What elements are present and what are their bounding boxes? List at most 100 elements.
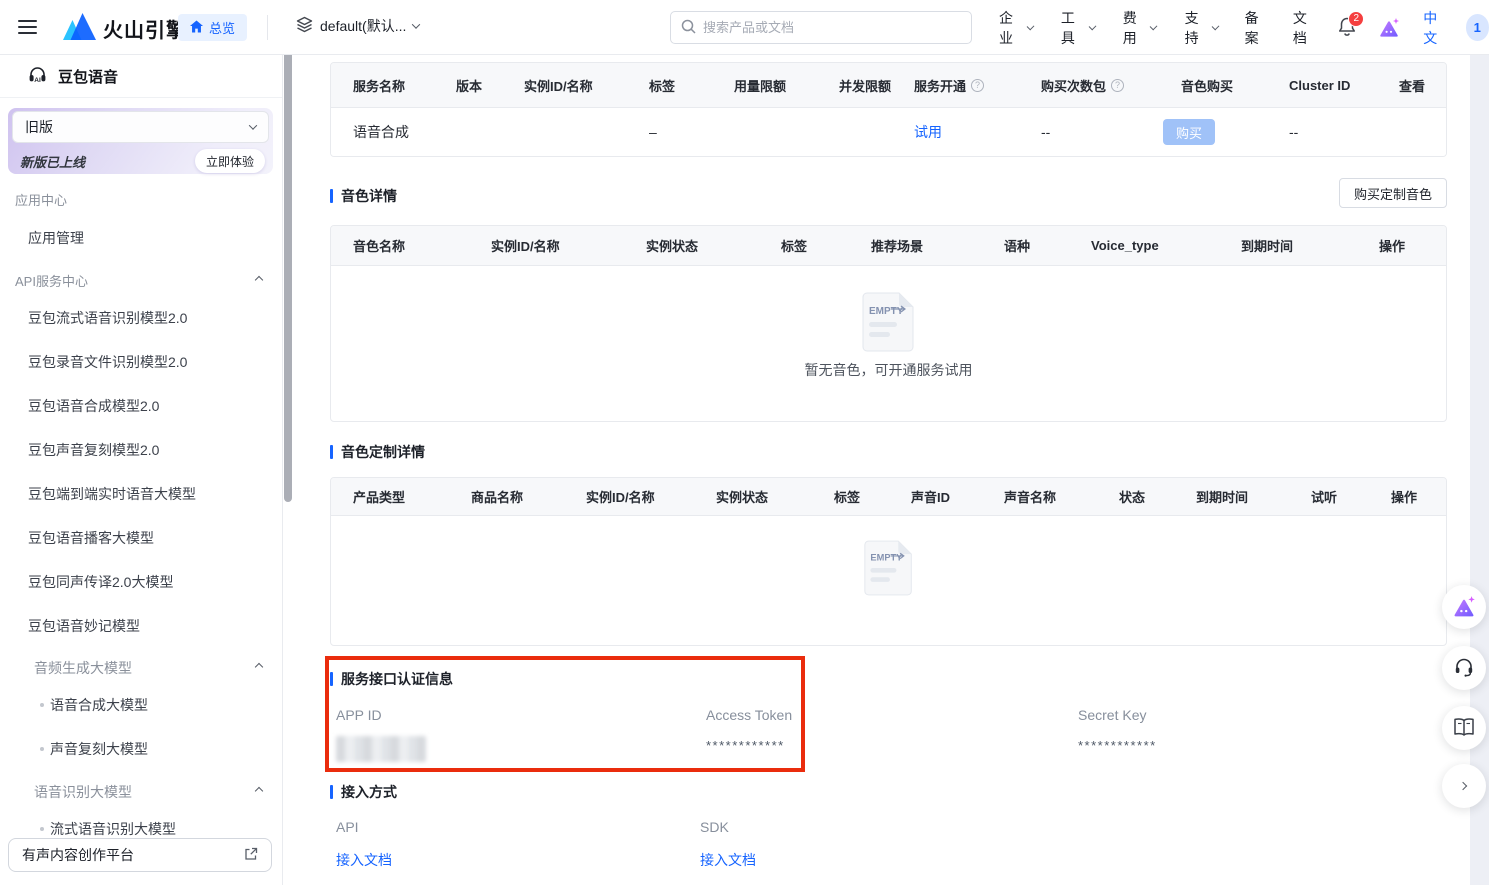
title-bar [330, 189, 333, 203]
voice-table-header: 音色名称 实例ID/名称 实例状态 标签 推荐场景 语种 Voice_type … [331, 226, 1446, 266]
try-now-button[interactable]: 立即体验 [195, 149, 265, 173]
volcengine-logo[interactable]: 火山引擎 [62, 13, 187, 43]
chevron-down-icon [1212, 22, 1220, 30]
chevron-down-icon [249, 121, 257, 129]
sidebar-item-model[interactable]: 豆包语音合成模型2.0 [28, 396, 159, 416]
col-header: Voice_type [1069, 238, 1219, 253]
scrollbar-track[interactable] [1470, 55, 1489, 885]
global-search[interactable] [670, 11, 972, 44]
support-button[interactable] [1442, 646, 1486, 690]
col-header: 推荐场景 [849, 236, 982, 255]
voice-detail-title: 音色详情 [330, 186, 397, 206]
page-title: 豆包语音 [58, 66, 118, 87]
headset-ai-icon: AI [27, 64, 48, 88]
app-id-label: APP ID [336, 707, 382, 723]
link-beian[interactable]: 备案 [1233, 8, 1281, 48]
chevron-up-icon [255, 787, 263, 795]
menu-support[interactable]: 支持 [1171, 8, 1233, 48]
access-token-value: ************ [706, 738, 785, 753]
service-table-header: 服务名称 版本 实例ID/名称 标签 用量限额 并发限额 服务开通? 购买次数包… [331, 63, 1446, 108]
audio-creation-platform-card[interactable]: 有声内容创作平台 [8, 838, 272, 872]
sidebar-item-model[interactable]: 豆包语音妙记模型 [28, 616, 140, 636]
sidebar-item-model[interactable]: 豆包录音文件识别模型2.0 [28, 352, 187, 372]
empty-state: EMPTY [331, 516, 1446, 596]
col-header: 音色购买 [1159, 76, 1267, 95]
chevron-down-icon [1150, 22, 1158, 30]
chevron-up-icon [255, 276, 263, 284]
sidebar-group-asr[interactable]: 语音识别大模型 [34, 782, 282, 802]
custom-voice-title: 音色定制详情 [330, 442, 425, 462]
cluster-id-value: -- [1267, 124, 1377, 140]
project-switcher[interactable]: default(默认... [296, 16, 419, 36]
language-switch[interactable]: 中文 [1423, 8, 1447, 48]
col-header: 服务开通? [892, 63, 1019, 107]
overview-button[interactable]: 总览 [178, 14, 247, 41]
menu-billing[interactable]: 费用 [1109, 8, 1171, 48]
chevron-up-icon [255, 663, 263, 671]
divider [267, 15, 268, 40]
docs-button[interactable] [1442, 706, 1486, 750]
empty-doc-icon: EMPTY [861, 292, 917, 352]
sidebar-item-model[interactable]: 豆包同声传译2.0大模型 [28, 572, 173, 592]
menu-enterprise[interactable]: 企业 [985, 8, 1047, 48]
sidebar-item-model[interactable]: 豆包端到端实时语音大模型 [28, 484, 196, 504]
trial-link[interactable]: 试用 [914, 122, 942, 142]
support-headset-icon [1453, 656, 1475, 681]
col-header: 状态 [1097, 487, 1174, 506]
notifications-button[interactable]: 2 [1337, 16, 1357, 40]
col-header: Cluster ID [1267, 78, 1377, 93]
sidebar-item-model[interactable]: 豆包语音播客大模型 [28, 528, 154, 548]
avatar[interactable]: 1 [1466, 14, 1489, 41]
col-header: 操作 [1357, 236, 1447, 255]
col-header: 实例状态 [694, 487, 812, 506]
svg-text:AI: AI [34, 77, 41, 84]
section-api-center[interactable]: API服务中心 [15, 271, 282, 290]
menu-tools[interactable]: 工具 [1047, 8, 1109, 48]
version-select[interactable]: 旧版 [12, 111, 269, 143]
top-navbar: 火山引擎 总览 default(默认... 企业 工具 费用 支持 [0, 0, 1489, 55]
version-banner: 旧版 新版已上线 立即体验 [8, 108, 273, 174]
sidebar-header: AI 豆包语音 [0, 55, 282, 98]
col-header: 声音名称 [982, 487, 1097, 506]
sidebar-group-audio-gen[interactable]: 音频生成大模型 [34, 658, 282, 678]
help-icon[interactable]: ? [971, 79, 984, 92]
sidebar-item-streaming-asr-large[interactable]: 流式语音识别大模型 [50, 819, 176, 839]
app-id-value-masked [336, 736, 426, 762]
sidebar-item-model[interactable]: 豆包声音复刻模型2.0 [28, 440, 159, 460]
sidebar-item-tts-large[interactable]: 语音合成大模型 [50, 695, 148, 715]
sidebar-item-app-management[interactable]: 应用管理 [28, 228, 84, 248]
sdk-doc-link[interactable]: 接入文档 [700, 850, 756, 870]
help-icon[interactable]: ? [1111, 79, 1124, 92]
hamburger-menu-icon[interactable] [18, 20, 37, 34]
secret-key-value: ************ [1078, 738, 1157, 753]
collapse-panel-button[interactable] [1442, 764, 1486, 808]
link-docs[interactable]: 文档 [1281, 8, 1329, 48]
sidebar-item-model[interactable]: 豆包流式语音识别模型2.0 [28, 308, 187, 328]
empty-state: EMPTY 暂无音色，可开通服务试用 [331, 266, 1446, 380]
layers-icon [296, 16, 313, 36]
col-header: 商品名称 [449, 487, 564, 506]
navbar-right: 企业 工具 费用 支持 备案 文档 2 中文 1 [985, 0, 1489, 55]
buy-custom-voice-button[interactable]: 购买定制音色 [1339, 178, 1447, 208]
col-header: 版本 [434, 76, 502, 95]
chevron-down-icon [1088, 22, 1096, 30]
col-header: 试听 [1289, 487, 1369, 506]
col-header: 标签 [812, 487, 889, 506]
empty-text: 暂无音色，可开通服务试用 [805, 360, 973, 380]
search-input[interactable] [703, 20, 943, 35]
ai-assistant-float-button[interactable] [1442, 585, 1486, 629]
ai-assistant-icon[interactable] [1377, 17, 1401, 39]
buy-voice-button[interactable]: 购买 [1163, 119, 1215, 145]
sidebar-item-voice-clone-large[interactable]: 声音复刻大模型 [50, 739, 148, 759]
empty-doc-icon: EMPTY [863, 540, 915, 596]
svg-text:EMPTY: EMPTY [869, 306, 904, 317]
col-header: 并发限额 [817, 76, 892, 95]
col-header: 用量限额 [712, 76, 817, 95]
col-header: 实例状态 [624, 236, 759, 255]
title-bar [330, 445, 333, 459]
sdk-label: SDK [700, 819, 729, 835]
api-doc-link[interactable]: 接入文档 [336, 850, 392, 870]
custom-voice-table: 产品类型 商品名称 实例ID/名称 实例状态 标签 声音ID 声音名称 状态 到… [330, 477, 1447, 646]
bell-icon [1337, 25, 1357, 41]
sidebar-scrollbar-thumb[interactable] [284, 50, 292, 502]
